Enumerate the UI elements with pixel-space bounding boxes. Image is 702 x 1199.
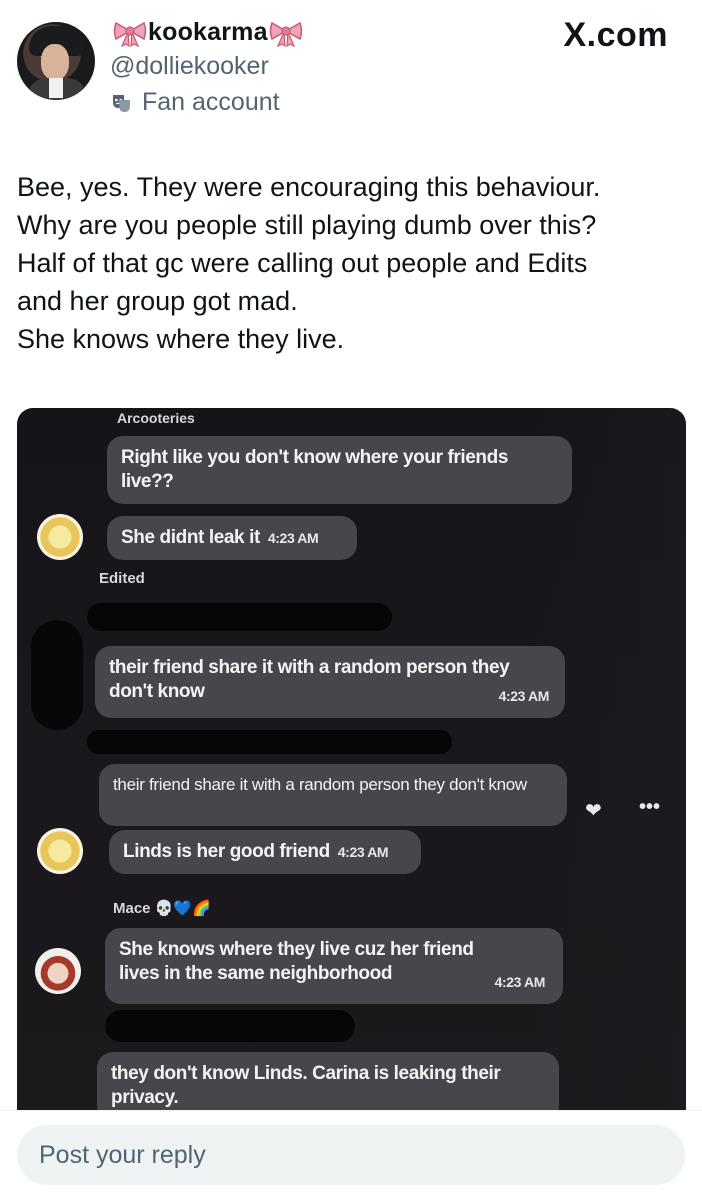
chat-message-text: She didnt leak it	[121, 527, 260, 548]
photo-shading	[526, 408, 686, 1110]
reply-input[interactable]: Post your reply	[17, 1125, 685, 1185]
account-label: Fan account	[110, 88, 280, 117]
chat-bubble: they don't know Linds. Carina is leaking…	[97, 1052, 559, 1110]
chat-bubble: Right like you don't know where your fri…	[107, 436, 572, 504]
chat-bubble: Linds is her good friend 4:23 AM	[109, 830, 421, 874]
chat-timestamp: 4:23 AM	[337, 844, 389, 860]
post-line: Half of that gc were calling out people …	[17, 248, 588, 278]
account-label-text: Fan account	[142, 88, 280, 116]
post-text: Bee, yes. They were encouraging this beh…	[17, 168, 689, 358]
chat-message-text: they don't know Linds. Carina is leaking…	[111, 1063, 501, 1108]
chat-timestamp: 4:23 AM	[498, 688, 550, 704]
chat-bubble: She didnt leak it 4:23 AM	[107, 516, 357, 560]
post-line: She knows where they live.	[17, 324, 345, 354]
display-name[interactable]: kookarma	[148, 18, 268, 47]
post-line: and her group got mad.	[17, 286, 298, 316]
chat-bubble: their friend share it with a random pers…	[95, 646, 565, 718]
sender-emoji: 💀💙🌈	[154, 900, 211, 917]
ribbon-bow-icon	[268, 19, 304, 47]
chat-reply-preview: their friend share it with a random pers…	[99, 764, 567, 826]
post-line: Why are you people still playing dumb ov…	[17, 210, 597, 240]
redaction-scribble	[31, 620, 83, 730]
display-name-row[interactable]: kookarma	[112, 18, 304, 47]
heart-react-icon[interactable]: ❤	[585, 798, 602, 823]
chat-timestamp: 4:23 AM	[267, 530, 319, 546]
chat-avatar	[37, 514, 83, 560]
profile-avatar[interactable]	[17, 22, 95, 100]
brand-logo: X.com	[563, 16, 668, 54]
attached-photo[interactable]: Arcooteries Right like you don't know wh…	[17, 408, 686, 1110]
chat-sender-name: Mace 💀💙🌈	[113, 899, 211, 917]
chat-message-text: their friend share it with a random pers…	[109, 657, 510, 702]
chat-message-text: Linds is her good friend	[123, 841, 330, 862]
redaction-scribble	[105, 1010, 355, 1042]
chat-timestamp: 4:23 AM	[494, 974, 546, 990]
post-line: Bee, yes. They were encouraging this beh…	[17, 172, 601, 202]
chat-message-text: Right like you don't know where your fri…	[121, 447, 509, 492]
redaction-scribble	[87, 603, 392, 631]
redaction-scribble	[87, 730, 452, 754]
tweet-header: kookarma @dolliekooker Fan account X.com	[0, 0, 702, 130]
user-handle[interactable]: @dolliekooker	[110, 52, 269, 81]
ribbon-bow-icon	[112, 19, 148, 47]
chat-bubble: She knows where they live cuz her friend…	[105, 928, 563, 1004]
chat-sender-name: Arcooteries	[117, 410, 195, 426]
theater-masks-icon	[113, 94, 130, 112]
chat-avatar	[37, 828, 83, 874]
chat-message-text: She knows where they live cuz her friend…	[119, 939, 474, 984]
chat-sender-label: Mace	[113, 900, 151, 917]
edited-label: Edited	[99, 570, 145, 587]
chat-message-text: their friend share it with a random pers…	[113, 775, 527, 794]
more-dots-icon[interactable]: •••	[639, 796, 660, 819]
reply-bar: Post your reply	[0, 1110, 702, 1199]
chat-avatar	[35, 948, 81, 994]
